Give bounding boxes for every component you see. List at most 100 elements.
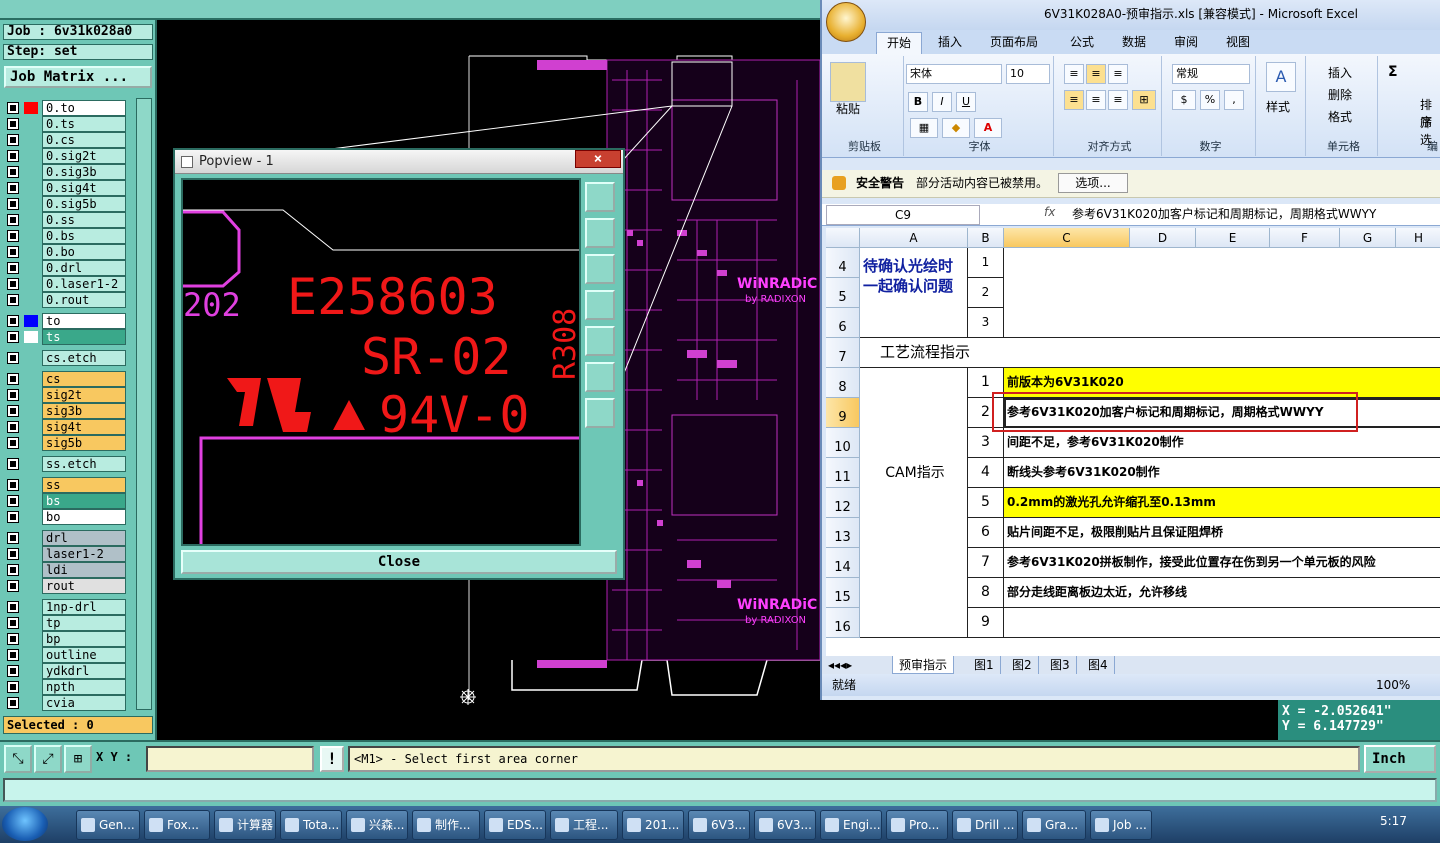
layer-name[interactable]: rout — [42, 578, 126, 594]
taskbar-item[interactable]: 计算器 — [214, 810, 276, 840]
font-color-icon[interactable]: A — [974, 118, 1002, 138]
popview-zoom-out-button[interactable] — [585, 398, 615, 428]
security-options-button[interactable]: 选项... — [1058, 173, 1128, 193]
layer-checkbox[interactable] — [7, 214, 19, 226]
currency-icon[interactable]: $ — [1172, 90, 1196, 110]
layer-name[interactable]: drl — [42, 530, 126, 546]
layer-row[interactable]: rout — [4, 578, 128, 594]
font-name-select[interactable]: 宋体 — [906, 64, 1002, 84]
layer-name[interactable]: bs — [42, 493, 126, 509]
layer-checkbox[interactable] — [7, 421, 19, 433]
align-right-icon[interactable]: ≡ — [1108, 90, 1128, 110]
layer-row[interactable]: cvia — [4, 695, 128, 711]
row-header[interactable]: 5 — [826, 278, 860, 308]
merge-cells-icon[interactable]: ⊞ — [1132, 90, 1156, 110]
row-header[interactable]: 10 — [826, 428, 860, 458]
taskbar-item[interactable]: Fox... — [144, 810, 210, 840]
ribbon-tab[interactable]: 页面布局 — [980, 32, 1048, 54]
layer-row[interactable]: ts — [4, 329, 128, 345]
row-header[interactable]: 6 — [826, 308, 860, 338]
taskbar-item[interactable]: Job ... — [1090, 810, 1152, 840]
layer-row[interactable]: 0.to — [4, 100, 128, 116]
layer-name[interactable]: 0.ts — [42, 116, 126, 132]
cam-instruction-cell[interactable]: CAM指示 — [860, 368, 968, 638]
layer-checkbox[interactable] — [7, 617, 19, 629]
sheet-tab[interactable]: 图1 — [968, 656, 1001, 674]
layer-name[interactable]: to — [42, 313, 126, 329]
b-cell[interactable]: 1 — [968, 248, 1004, 278]
popview-zoom-in-button[interactable] — [585, 362, 615, 392]
comma-icon[interactable]: , — [1224, 90, 1244, 110]
sheet-tab[interactable]: 图2 — [1006, 656, 1039, 674]
popview-left-button[interactable] — [585, 290, 615, 320]
layer-checkbox[interactable] — [7, 134, 19, 146]
layer-row[interactable]: ss.etch — [4, 456, 128, 472]
item-text-cell[interactable]: 贴片间距不足，极限削贴片且保证阻焊桥 — [1004, 518, 1440, 548]
layer-checkbox[interactable] — [7, 182, 19, 194]
empty-merged-cell[interactable] — [1004, 248, 1440, 338]
taskbar-item[interactable]: Pro... — [886, 810, 948, 840]
layer-row[interactable]: sig5b — [4, 435, 128, 451]
layer-name[interactable]: 0.sig4t — [42, 180, 126, 196]
layer-checkbox[interactable] — [7, 278, 19, 290]
layer-checkbox[interactable] — [7, 681, 19, 693]
fill-color-icon[interactable]: ◆ — [942, 118, 970, 138]
layer-row[interactable]: 0.laser1-2 — [4, 276, 128, 292]
layer-name[interactable]: 0.laser1-2 — [42, 276, 126, 292]
row-header[interactable]: 16 — [826, 608, 860, 638]
layer-checkbox[interactable] — [7, 118, 19, 130]
layer-name[interactable]: 1np-drl — [42, 599, 126, 615]
taskbar-item[interactable]: Tota... — [280, 810, 342, 840]
layer-name[interactable]: 0.sig2t — [42, 148, 126, 164]
sheet-nav-arrows[interactable]: ◂◂◂▸ — [828, 656, 852, 674]
paste-icon[interactable] — [830, 62, 866, 102]
confirm-issues-cell[interactable]: 待确认光绘时一起确认问题 — [860, 248, 968, 338]
layer-checkbox[interactable] — [7, 166, 19, 178]
layer-name[interactable]: 0.to — [42, 100, 126, 116]
layer-row[interactable]: cs.etch — [4, 350, 128, 366]
layer-checkbox[interactable] — [7, 601, 19, 613]
item-text-cell[interactable]: 断线头参考6V31K020制作 — [1004, 458, 1440, 488]
column-header[interactable]: A — [860, 228, 968, 248]
layer-name[interactable]: tp — [42, 615, 126, 631]
layer-name[interactable]: 0.bs — [42, 228, 126, 244]
layer-checkbox[interactable] — [7, 373, 19, 385]
layer-name[interactable]: 0.rout — [42, 292, 126, 308]
layer-name[interactable]: 0.sig5b — [42, 196, 126, 212]
sum-icon[interactable]: Σ — [1388, 64, 1398, 80]
taskbar-item[interactable]: 6V3... — [688, 810, 750, 840]
layer-row[interactable]: 0.bo — [4, 244, 128, 260]
column-header[interactable]: B — [968, 228, 1004, 248]
layer-checkbox[interactable] — [7, 649, 19, 661]
units-select[interactable]: Inch — [1364, 745, 1436, 773]
popview-canvas[interactable]: 202 E258603 SR-02 94V-0 R308 — [181, 178, 581, 546]
layer-row[interactable]: 0.sig3b — [4, 164, 128, 180]
ribbon-tab[interactable]: 插入 — [928, 32, 972, 54]
layer-checkbox[interactable] — [7, 548, 19, 560]
item-text-cell[interactable]: 参考6V31K020拼板制作，接受此位置存在伤到另一个单元板的风险 — [1004, 548, 1440, 578]
layer-checkbox[interactable] — [7, 405, 19, 417]
layer-row[interactable]: sig4t — [4, 419, 128, 435]
layer-name[interactable]: cs.etch — [42, 350, 126, 366]
layer-checkbox[interactable] — [7, 331, 19, 343]
layer-name[interactable]: 0.cs — [42, 132, 126, 148]
row-header[interactable]: 7 — [826, 338, 860, 368]
layer-checkbox[interactable] — [7, 458, 19, 470]
column-header[interactable]: C — [1004, 228, 1130, 248]
row-header[interactable]: 8 — [826, 368, 860, 398]
taskbar-item[interactable]: Drill ... — [952, 810, 1018, 840]
sheet-tab[interactable]: 图3 — [1044, 656, 1077, 674]
column-header[interactable]: H — [1396, 228, 1440, 248]
office-button[interactable] — [826, 2, 866, 42]
popview-up-button[interactable] — [585, 218, 615, 248]
layer-row[interactable]: sig3b — [4, 403, 128, 419]
layer-row[interactable]: 0.rout — [4, 292, 128, 308]
layer-row[interactable]: 0.ss — [4, 212, 128, 228]
zoom-area-icon[interactable]: ⤡ — [4, 745, 32, 773]
layer-row[interactable]: bp — [4, 631, 128, 647]
layer-checkbox[interactable] — [7, 495, 19, 507]
layer-checkbox[interactable] — [7, 294, 19, 306]
alert-icon[interactable]: ! — [320, 746, 344, 772]
layer-checkbox[interactable] — [7, 511, 19, 523]
row-header[interactable]: 9 — [826, 398, 860, 428]
